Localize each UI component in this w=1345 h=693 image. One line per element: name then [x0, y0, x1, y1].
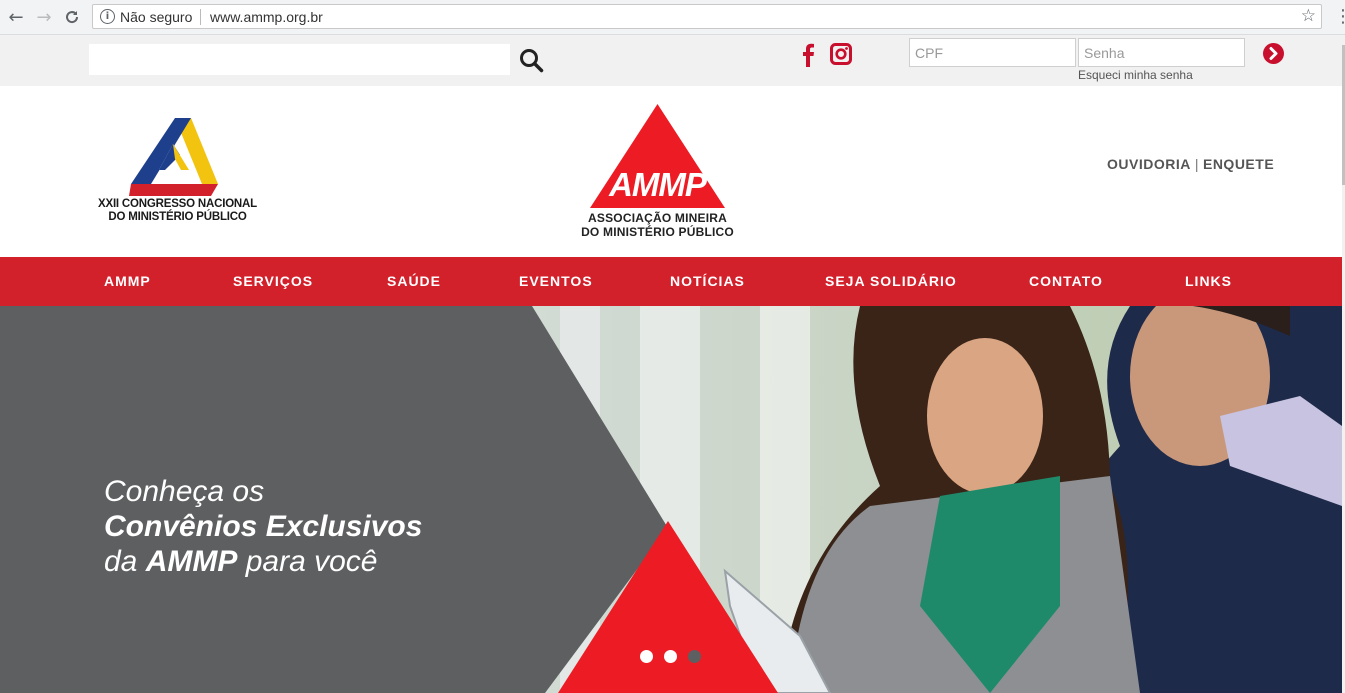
nav-item-saude[interactable]: SAÚDE	[387, 257, 441, 306]
woman-face	[927, 338, 1043, 494]
nav-item-seja-solidario[interactable]: SEJA SOLIDÁRIO	[825, 257, 957, 306]
reload-icon[interactable]	[61, 6, 83, 28]
congress-text-line2: DO MINISTÉRIO PÚBLICO	[108, 211, 247, 223]
security-label: Não seguro	[120, 9, 193, 25]
hero-line3-prefix: da	[104, 545, 146, 578]
main-navigation: AMMP SERVIÇOS SAÚDE EVENTOS NOTÍCIAS SEJ…	[0, 257, 1342, 306]
facebook-icon[interactable]	[801, 43, 815, 67]
nav-item-servicos[interactable]: SERVIÇOS	[233, 257, 313, 306]
back-arrow-icon[interactable]: ←	[5, 6, 27, 28]
site-header: XXII CONGRESSO NACIONAL DO MINISTÉRIO PÚ…	[0, 86, 1345, 257]
instagram-icon[interactable]	[830, 43, 852, 67]
login-submit-button[interactable]	[1263, 43, 1284, 64]
nav-item-contato[interactable]: CONTATO	[1029, 257, 1103, 306]
ammp-logo-line1: ASSOCIAÇÃO MINEIRA	[588, 211, 727, 225]
slider-dot-2[interactable]	[664, 650, 677, 663]
nav-item-noticias[interactable]: NOTÍCIAS	[670, 257, 745, 306]
slider-dot-1[interactable]	[640, 650, 653, 663]
hero-line3-bold: AMMP	[145, 545, 238, 578]
ammp-logo-line2: DO MINISTÉRIO PÚBLICO	[581, 225, 734, 239]
search-input[interactable]	[89, 44, 510, 75]
password-field[interactable]	[1078, 38, 1245, 67]
info-icon[interactable]: i	[100, 9, 115, 24]
enquete-link[interactable]: ENQUETE	[1203, 156, 1274, 172]
ammp-logo-text: ASSOCIAÇÃO MINEIRA DO MINISTÉRIO PÚBLICO	[570, 211, 745, 239]
chevron-right-icon	[1269, 47, 1278, 60]
cpf-field[interactable]	[909, 38, 1076, 67]
nav-item-eventos[interactable]: EVENTOS	[519, 257, 593, 306]
slider-dot-3[interactable]	[688, 650, 701, 663]
header-links: OUVIDORIA | ENQUETE	[1107, 156, 1274, 172]
hero-line3-suffix: para você	[237, 545, 378, 578]
nav-item-ammp[interactable]: AMMP	[104, 257, 151, 306]
address-bar[interactable]: i Não seguro www.ammp.org.br ☆	[92, 4, 1322, 29]
browser-toolbar: ← → i Não seguro www.ammp.org.br ☆ ⋮	[0, 0, 1345, 35]
forward-arrow-icon[interactable]: →	[33, 6, 55, 28]
congress-triangle-icon	[129, 118, 218, 196]
address-divider	[200, 9, 201, 25]
top-utility-bar: Esqueci minha senha	[0, 35, 1345, 86]
forgot-password-link[interactable]: Esqueci minha senha	[1078, 68, 1193, 82]
search-icon[interactable]	[518, 47, 546, 75]
congress-text-line1: XXII CONGRESSO NACIONAL	[98, 198, 257, 210]
hero-line1: Conheça os	[104, 475, 265, 508]
hero-banner[interactable]: Conheça os Convênios Exclusivos da AMMP …	[0, 306, 1342, 693]
url-text[interactable]: www.ammp.org.br	[210, 9, 323, 25]
hero-headline: Conheça os Convênios Exclusivos da AMMP …	[104, 474, 422, 579]
header-link-separator: |	[1194, 156, 1199, 172]
hero-line3: da AMMP para você	[104, 544, 422, 579]
ouvidoria-link[interactable]: OUVIDORIA	[1107, 156, 1191, 172]
hero-line2-text: Convênios Exclusivos	[104, 510, 423, 543]
ammp-triangle-icon: AMMP	[590, 104, 725, 208]
congress-logo-text: XXII CONGRESSO NACIONAL DO MINISTÉRIO PÚ…	[95, 198, 260, 224]
congress-logo[interactable]: XXII CONGRESSO NACIONAL DO MINISTÉRIO PÚ…	[95, 114, 260, 229]
ammp-logo-mark: AMMP	[608, 166, 708, 203]
ammp-logo[interactable]: AMMP ASSOCIAÇÃO MINEIRA DO MINISTÉRIO PÚ…	[570, 102, 745, 242]
menu-dots-icon[interactable]: ⋮	[1334, 6, 1345, 28]
hero-line2: Convênios Exclusivos	[104, 509, 422, 544]
nav-item-links[interactable]: LINKS	[1185, 257, 1232, 306]
star-icon[interactable]: ☆	[1301, 6, 1316, 26]
